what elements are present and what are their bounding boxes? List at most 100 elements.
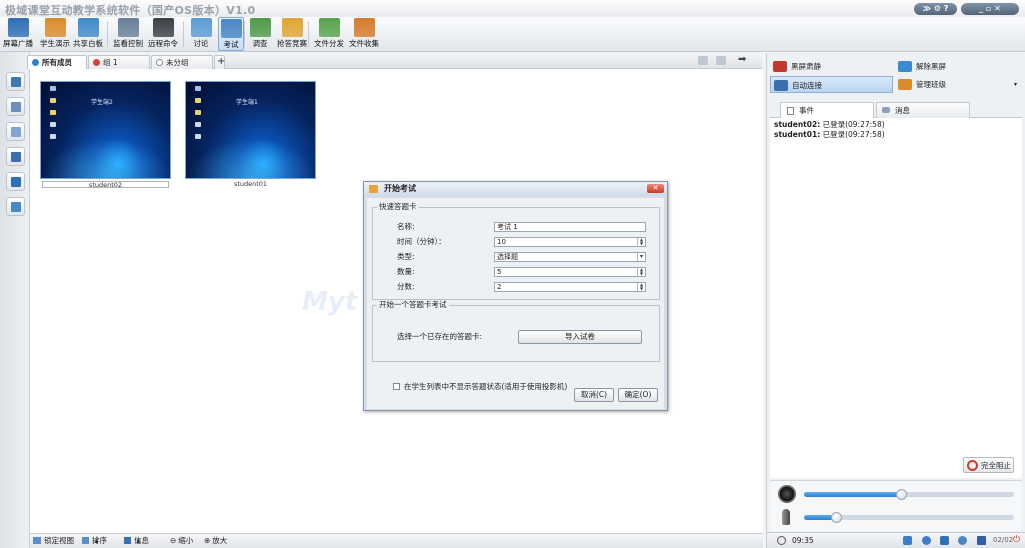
stop-all-button[interactable]: 完全阻止 — [963, 457, 1014, 473]
toolbar-button-label: 调查 — [252, 39, 268, 48]
folder-icon — [195, 110, 201, 115]
folder-icon — [50, 98, 56, 103]
event-line: student02: 已登录(09:27:58) — [774, 120, 885, 129]
hide-status-checkbox[interactable] — [393, 383, 400, 390]
ok-button[interactable]: 确定(O) — [618, 388, 658, 402]
desktop-icon — [50, 86, 56, 91]
score-stepper[interactable]: 2 ▲ ▼ — [494, 282, 646, 292]
toolbar-button-label: 共享白板 — [73, 39, 103, 48]
toolbar-button-remote-command[interactable]: 远程命令 — [146, 17, 180, 51]
spinner-arrows-icon[interactable]: ▲ ▼ — [637, 283, 645, 291]
exam-icon — [369, 185, 378, 193]
info-button[interactable]: 信息 ▴ — [124, 534, 149, 548]
dialog-close-button[interactable]: ✕ — [647, 184, 664, 193]
online-count: 02/02 — [993, 536, 1014, 544]
sort-button[interactable]: 排序 ▴ — [82, 534, 107, 548]
toolbar-button-broadcast[interactable]: 屏幕广播 — [2, 17, 34, 51]
import-exam-button[interactable]: 导入试卷 — [518, 330, 642, 344]
spinner-arrows-icon[interactable]: ▲ ▼ — [637, 268, 645, 276]
message-icon — [882, 107, 890, 113]
window-controls[interactable]: _ ▫ ✕ — [961, 3, 1019, 15]
count-stepper[interactable]: 5 ▲ ▼ — [494, 267, 646, 277]
exam-name-input[interactable]: 考试 1 — [494, 222, 646, 232]
chevron-down-icon[interactable]: ▾ — [637, 253, 645, 261]
unblack-screen-icon — [898, 61, 912, 72]
toolbar-button-quiz[interactable]: 抢答竞赛 — [274, 17, 310, 51]
auto-connect-button[interactable]: 自动连接 — [770, 76, 893, 93]
choose-card-label: 选择一个已存在的答题卡: — [397, 332, 483, 341]
tray-network-icon[interactable] — [922, 536, 931, 545]
type-select[interactable]: 选择题 ▾ — [494, 252, 646, 262]
zoom-in-button[interactable]: ⊕ 放大 — [204, 534, 227, 548]
tab-all-members[interactable]: 所有成员 — [27, 55, 87, 69]
file-icon — [50, 122, 56, 127]
user-switch-alt-icon[interactable] — [716, 56, 726, 65]
speaker-volume-knob[interactable] — [895, 489, 907, 500]
users-icon[interactable] — [6, 172, 25, 191]
black-screen-button[interactable]: 黑屏肃静 — [770, 58, 893, 75]
tray-window-icon[interactable] — [977, 536, 986, 545]
toolbar-button-exam[interactable]: 考试 — [218, 17, 244, 51]
unblack-screen-button[interactable]: 解除黑屏 — [895, 58, 1023, 75]
tray-chat-icon[interactable] — [903, 536, 912, 545]
edit-icon[interactable] — [6, 197, 25, 216]
toolbar-button-file-send[interactable]: 文件分发 — [313, 17, 345, 51]
quick-card-label: 快速答题卡 — [377, 202, 419, 212]
tab-group-1[interactable]: 组 1 — [88, 55, 150, 69]
tray-power-icon[interactable]: ⏻ — [1013, 535, 1022, 545]
spinner-arrows-icon[interactable]: ▲ ▼ — [637, 238, 645, 246]
list-view-icon[interactable] — [6, 97, 25, 116]
speaker-volume-slider[interactable] — [804, 489, 1014, 500]
name-label: 名称: — [397, 222, 415, 231]
toolbar-separator — [183, 21, 184, 47]
toolbar-button-label: 学生演示 — [40, 39, 70, 48]
speaker-icon[interactable] — [778, 485, 796, 503]
tab-events[interactable]: 事件 — [780, 102, 874, 118]
document-icon[interactable] — [6, 122, 25, 141]
toolbar-button-label: 讨论 — [193, 39, 209, 48]
toolbar-button-student-demo[interactable]: 学生演示 — [38, 17, 72, 51]
student-caption[interactable]: student02 — [42, 181, 169, 189]
remote-command-icon — [152, 18, 174, 37]
student-thumbnail[interactable]: 学生端2 — [40, 81, 171, 179]
zoom-out-button[interactable]: ⊖ 缩小 — [170, 534, 193, 548]
main-toolbar: 屏幕广播 学生演示 共享白板 监看控制 远程命令 讨论 考试 调查 抢答竞赛 文件分发 文件收集 — [0, 17, 1025, 52]
manage-class-button[interactable]: 管理班级 ▾ — [895, 76, 1023, 93]
screen-glow — [41, 138, 170, 178]
chevron-down-icon: ▾ — [1013, 81, 1017, 88]
dialog-title: 开始考试 — [384, 184, 416, 193]
toolbar-button-discussion[interactable]: 讨论 — [188, 17, 214, 51]
thumbnail-view-icon[interactable] — [6, 72, 25, 91]
schedule-icon[interactable] — [6, 147, 25, 166]
tab-messages[interactable]: 消息 — [876, 102, 970, 118]
tray-refresh-icon[interactable] — [958, 536, 967, 545]
microphone-icon[interactable] — [782, 509, 790, 525]
arrow-right-icon[interactable]: ➡ — [738, 54, 746, 65]
toolbar-button-label: 远程命令 — [148, 39, 178, 48]
file-send-icon — [318, 18, 340, 37]
student-caption[interactable]: student01 — [187, 181, 314, 188]
tray-arrow-icon[interactable] — [940, 536, 949, 545]
mic-volume-knob[interactable] — [830, 512, 842, 523]
black-screen-icon — [773, 61, 787, 72]
lock-icon — [33, 537, 41, 544]
all-members-icon — [32, 59, 39, 66]
window-menu-group[interactable]: ≫ ⚙ ? — [914, 3, 957, 15]
user-switch-icon[interactable] — [698, 56, 708, 65]
tab-ungrouped[interactable]: 未分组 — [151, 55, 213, 69]
toolbar-button-monitor-control[interactable]: 监看控制 — [112, 17, 144, 51]
score-label: 分数: — [397, 282, 415, 291]
mic-volume-slider[interactable] — [804, 512, 1014, 523]
dialog-titlebar: 开始考试 ✕ — [364, 182, 667, 196]
toolbar-button-file-collect[interactable]: 文件收集 — [347, 17, 381, 51]
lock-view-button[interactable]: 锁定视图 — [33, 534, 74, 548]
cancel-button[interactable]: 取消(C) — [574, 388, 614, 402]
time-stepper[interactable]: 10 ▲ ▼ — [494, 237, 646, 247]
student-thumbnail[interactable]: 学生端1 — [185, 81, 316, 179]
quiz-icon — [281, 18, 303, 37]
add-tab-button[interactable]: + — [214, 55, 225, 69]
toolbar-button-whiteboard[interactable]: 共享白板 — [72, 17, 104, 51]
toolbar-button-survey[interactable]: 调查 — [248, 17, 272, 51]
quick-card-group: 快速答题卡 名称: 考试 1 时间（分钟）： 10 ▲ ▼ 类型: 选择题 ▾ 数量:… — [372, 202, 660, 300]
left-sidebar — [0, 52, 30, 548]
